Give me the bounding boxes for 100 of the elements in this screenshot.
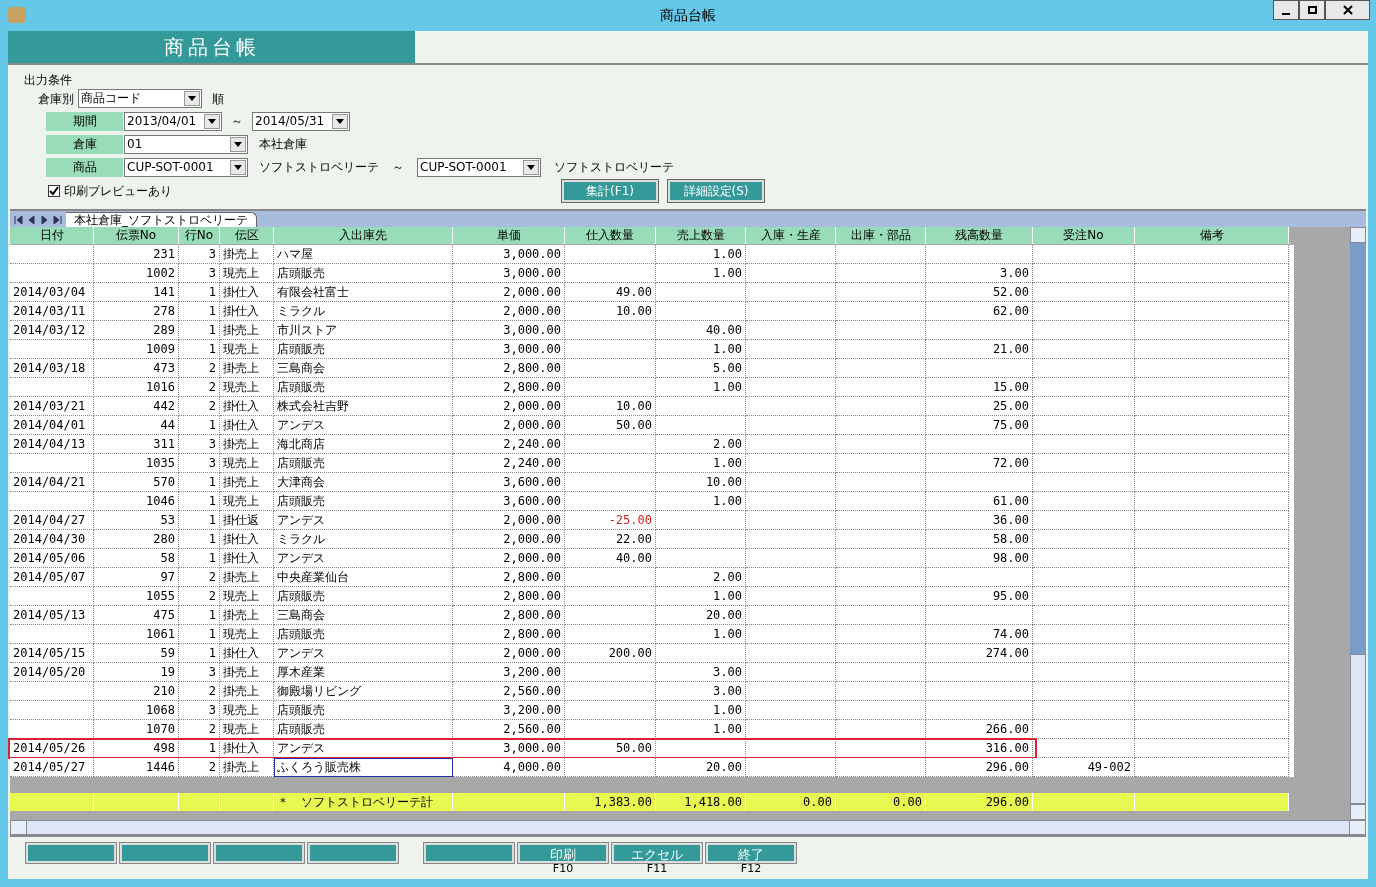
total-cell: 1,383.00 [565,792,656,811]
table-cell: 三島商会 [274,358,453,378]
close-button[interactable] [1325,0,1370,20]
table-cell: 3 [179,263,220,283]
table-cell: 2014/05/06 [10,548,94,568]
field-label: 順 [212,90,224,108]
table-cell: 2,800.00 [453,358,565,378]
function-key-button[interactable] [424,843,514,864]
table-cell: 1061 [94,624,179,644]
field-label: 倉庫別 [38,90,74,108]
table-cell: 店頭販売 [274,700,453,720]
table-cell: 現売上 [220,339,274,359]
table-cell: 1.00 [656,244,746,264]
table-cell: 1.00 [656,377,746,397]
range-separator: ～ [392,159,404,177]
table-cell: 店頭販売 [274,339,453,359]
dropdown[interactable]: 01 [124,134,248,154]
table-cell: 1 [179,301,220,321]
function-key-button[interactable] [308,843,398,864]
table-cell: 72.00 [926,453,1033,473]
next-page-icon[interactable] [40,215,49,224]
key-label: F11 [646,863,668,876]
table-cell: 1 [179,643,220,663]
dropdown-arrow-icon [208,118,216,124]
function-key-button[interactable] [214,843,304,864]
table-cell: 95.00 [926,586,1033,606]
close-icon [1342,5,1353,15]
table-cell: ミラクル [274,529,453,549]
dropdown[interactable]: 商品コード [78,89,202,109]
function-key-button[interactable] [26,843,116,864]
table-cell: 210 [94,681,179,701]
function-key-button[interactable] [120,843,210,864]
table-cell: 44 [94,415,179,435]
table-cell: 3 [179,434,220,454]
table-cell: 50.00 [565,415,656,435]
table-cell: 1016 [94,377,179,397]
table-cell: 62.00 [926,301,1033,321]
table-cell: 掛仕入 [220,301,274,321]
table-cell: 40.00 [565,548,656,568]
table-cell: ハマ屋 [274,244,453,264]
table-cell: 掛売上 [220,605,274,625]
table-cell: 3,200.00 [453,700,565,720]
first-page-icon[interactable] [14,215,23,224]
table-cell: 3 [179,662,220,682]
dropdown[interactable]: CUP-SOT-0001 [124,157,248,177]
table-cell: 現売上 [220,586,274,606]
sheet-tab[interactable]: 本社倉庫_ソフトストロベリーテ [66,211,257,227]
table-cell: 2 [179,719,220,739]
table-row[interactable]: 2014/05/26 498 1 掛仕入 アンデス 3,000.00 50.00 316.00 [10,738,1294,758]
table-cell: 現売上 [220,624,274,644]
table-cell: 141 [94,282,179,302]
table-cell: 2 [179,757,220,777]
table-cell: 1 [179,320,220,340]
table-cell: 掛売上 [220,681,274,701]
table-cell: 三島商会 [274,605,453,625]
horizontal-scrollbar[interactable] [10,820,1366,836]
table-cell: 1 [179,415,220,435]
table-cell: 掛売上 [220,472,274,492]
minimize-button[interactable] [1273,0,1299,20]
table-cell: 掛仕入 [220,282,274,302]
table-cell: 2014/03/12 [10,320,94,340]
table-cell: 53 [94,510,179,530]
table-cell: 掛売上 [220,244,274,264]
product-name: ソフトストロベリーテ [259,159,379,177]
warehouse-name: 本社倉庫 [259,136,307,154]
table-cell: 1.00 [656,719,746,739]
key-label: F12 [740,863,762,876]
vertical-scrollbar[interactable] [1350,226,1366,821]
table-cell: 200.00 [565,643,656,663]
table-cell: 274.00 [926,643,1033,663]
section-title: 出力条件 [24,72,72,87]
previous-page-icon[interactable] [27,215,36,224]
table-cell: 3,600.00 [453,472,565,492]
table-cell: 22.00 [565,529,656,549]
date-field[interactable]: 2014/05/31 [252,111,350,131]
table-cell: 2014/04/13 [10,434,94,454]
table-cell: 1 [179,548,220,568]
table-cell: 現売上 [220,719,274,739]
table-cell: 掛仕入 [220,548,274,568]
table-cell: 311 [94,434,179,454]
checkbox-label: 印刷プレビューあり [64,182,172,200]
date-field[interactable]: 2013/04/01 [124,111,222,131]
table-cell: 1 [179,282,220,302]
dropdown[interactable]: CUP-SOT-0001 [417,157,541,177]
table-cell: アンデス [274,548,453,568]
table-cell: 3 [179,700,220,720]
dropdown-arrow-icon [234,164,242,170]
page-header: 商品台帳 [8,31,415,63]
table-cell: 店頭販売 [274,719,453,739]
table-cell: 1 [179,624,220,644]
table-cell: 2,800.00 [453,567,565,587]
table-cell: 2,240.00 [453,453,565,473]
table-cell: 5.00 [656,358,746,378]
table-cell: 掛仕入 [220,396,274,416]
last-page-icon[interactable] [53,215,62,224]
table-cell: 58.00 [926,529,1033,549]
maximize-button[interactable] [1299,0,1325,20]
checkbox[interactable] [48,184,60,197]
table-cell: 有限会社富士 [274,282,453,302]
table-cell: 2.00 [656,567,746,587]
